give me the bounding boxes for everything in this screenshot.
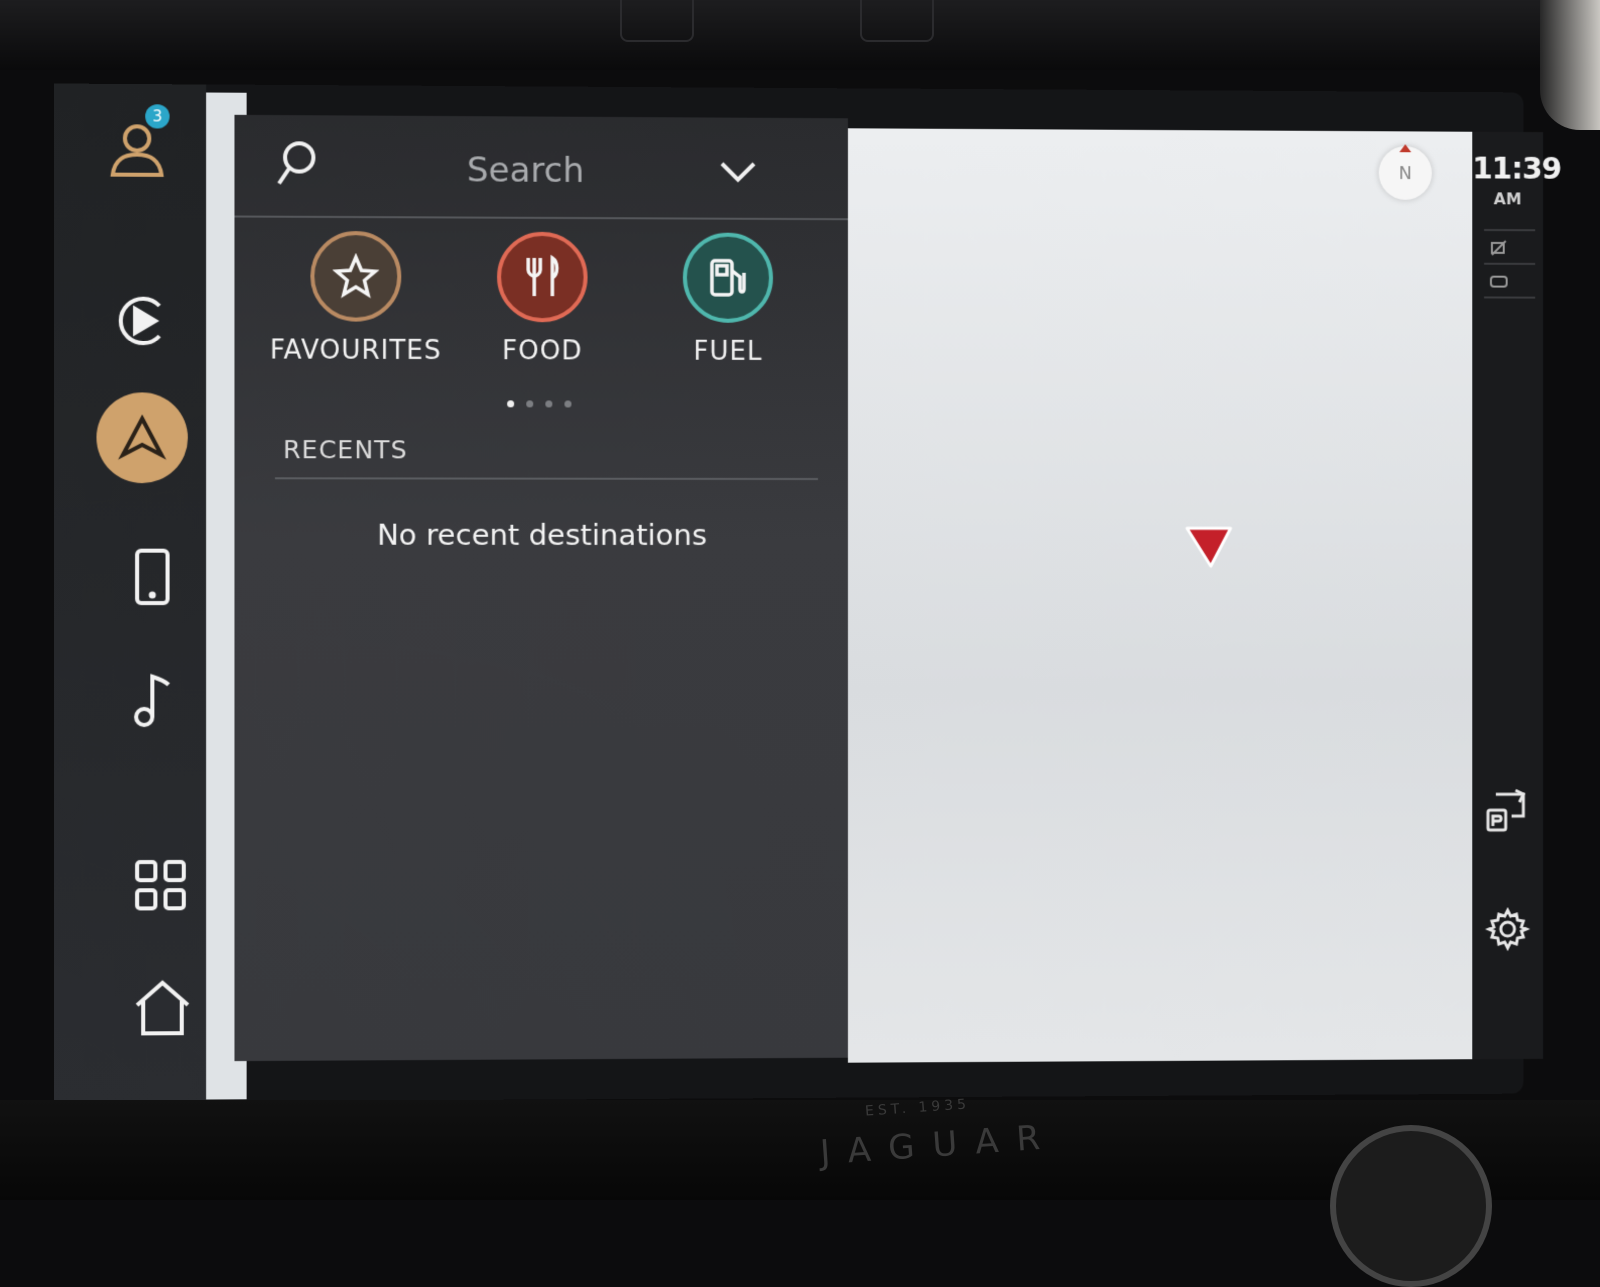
vehicle-position-icon [1181, 518, 1236, 574]
page-dot [526, 400, 534, 408]
air-vent [620, 0, 694, 42]
air-vent [860, 0, 934, 42]
dashboard-trim [1540, 0, 1600, 130]
signal-off-icon [1488, 239, 1510, 257]
sidebar-item-home[interactable] [117, 963, 208, 1054]
category-food[interactable]: FOOD [442, 231, 643, 366]
status-bar: 11:39 AM [1472, 131, 1562, 1060]
clock-ampm: AM [1493, 189, 1522, 209]
favourites-badge [310, 230, 402, 322]
divider [1484, 296, 1536, 299]
rotary-knob[interactable] [1330, 1125, 1492, 1287]
parking-camera-button[interactable] [1482, 786, 1533, 838]
star-icon [333, 253, 379, 299]
divider [1484, 262, 1536, 265]
divider [1484, 229, 1536, 232]
infotainment-screen: 3 Search FAVOURITES FOOD FUEL RECENTS No… [53, 83, 1561, 1103]
settings-button[interactable] [1482, 903, 1533, 955]
apps-grid-icon [133, 858, 188, 913]
destination-panel: Search FAVOURITES FOOD FUEL RECENTS No r… [234, 114, 848, 1062]
navigation-arrow-icon [115, 411, 170, 466]
fuel-badge [682, 232, 774, 323]
home-icon [131, 977, 194, 1040]
chevron-down-icon[interactable] [718, 160, 758, 184]
phone-icon [127, 547, 178, 607]
parking-camera-icon [1482, 786, 1533, 838]
search-input[interactable]: Search [467, 150, 585, 191]
settings-gear-icon [1485, 906, 1530, 952]
search-bar[interactable]: Search [234, 114, 848, 221]
divider [274, 477, 818, 481]
category-label: FOOD [502, 336, 583, 367]
sidebar-item-navigation[interactable] [96, 392, 188, 484]
page-dot [545, 400, 553, 408]
music-note-icon [126, 669, 179, 732]
compass-button[interactable]: N [1378, 144, 1432, 201]
sidebar: 3 [53, 83, 208, 1103]
page-dot [507, 400, 515, 408]
clock-time: 11:39 [1472, 151, 1562, 187]
north-marker-icon [1399, 144, 1412, 153]
search-icon [273, 137, 322, 190]
map-view[interactable]: N [847, 128, 1473, 1063]
play-icon [113, 292, 172, 351]
car-status-icon [1488, 273, 1510, 291]
sidebar-item-apps[interactable] [115, 840, 206, 931]
category-fuel[interactable]: FUEL [628, 232, 828, 367]
sidebar-item-music[interactable] [107, 654, 198, 745]
page-dot [564, 400, 572, 408]
sidebar-item-phone[interactable] [107, 532, 198, 623]
profile-button[interactable]: 3 [92, 104, 183, 195]
notification-badge: 3 [145, 104, 170, 129]
category-shortcuts: FAVOURITES FOOD FUEL [234, 230, 847, 384]
sidebar-item-media[interactable] [96, 275, 187, 366]
fuel-pump-icon [709, 258, 746, 297]
cutlery-icon [520, 254, 564, 300]
category-label: FUEL [693, 336, 763, 367]
recents-empty-message: No recent destinations [376, 517, 708, 552]
recents-heading: RECENTS [283, 435, 408, 465]
page-indicator [507, 400, 572, 408]
dashboard-top [0, 0, 1600, 70]
category-favourites[interactable]: FAVOURITES [255, 230, 457, 367]
food-badge [497, 231, 588, 323]
category-label: FAVOURITES [269, 335, 442, 367]
compass-label: N [1398, 162, 1412, 184]
